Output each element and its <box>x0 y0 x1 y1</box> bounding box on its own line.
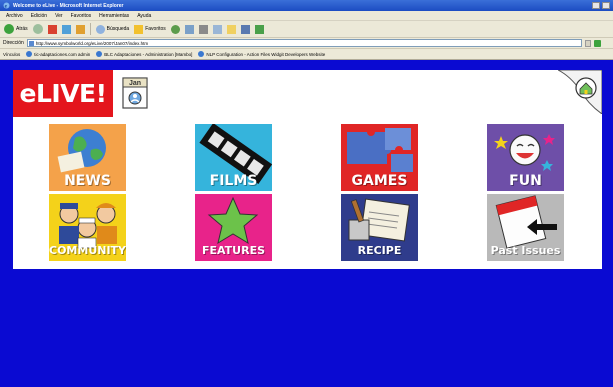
mail-icon[interactable] <box>184 24 194 34</box>
recipe-tile[interactable]: RECIPE <box>341 194 418 261</box>
back-label: Atrás <box>16 26 28 32</box>
links-label: Vínculos <box>3 51 21 57</box>
elive-menu-panel: eLIVE! Jan NEWS FILMS GAMES FUN COMMUNIT… <box>13 69 603 269</box>
go-arrow-icon[interactable] <box>593 39 601 47</box>
search-label: Búsqueda <box>106 26 130 32</box>
link-tic-adaptaciones[interactable]: tic-adaptaciones.com admin <box>26 51 90 57</box>
address-label: Dirección <box>3 40 24 46</box>
folder-icon[interactable] <box>226 24 236 34</box>
back-arrow-icon <box>4 24 14 34</box>
favorites-label: Favoritos <box>145 26 166 32</box>
link-nlp-configuration-label: NLP Configuration - Action Files Widgit … <box>206 51 326 57</box>
link-tic-adaptaciones-label: tic-adaptaciones.com admin <box>34 51 91 57</box>
fun-label: FUN <box>509 173 542 189</box>
address-field[interactable]: http://www.symbolworld.org/eLive/2007/Ja… <box>26 39 582 47</box>
window-title-bar: e Welcome to eLive - Microsoft Internet … <box>0 0 613 11</box>
past-issues-tile[interactable]: Past Issues <box>487 194 564 261</box>
link-page-icon <box>198 51 205 57</box>
print-icon[interactable] <box>198 24 208 34</box>
menu-edicion[interactable]: Edición <box>31 13 47 19</box>
menu-ayuda[interactable]: Ayuda <box>137 13 151 19</box>
link-page-icon <box>26 51 33 57</box>
browser-toolbar: Atrás Búsqueda Favoritos <box>0 21 613 38</box>
forward-arrow-icon <box>32 24 43 34</box>
edit-icon[interactable] <box>212 24 222 34</box>
back-button[interactable]: Atrás <box>4 23 28 36</box>
minimize-button[interactable] <box>592 2 600 9</box>
community-label: COMMUNITY <box>49 244 126 257</box>
address-dropdown-icon[interactable] <box>584 39 591 47</box>
films-tile[interactable]: FILMS <box>195 124 272 191</box>
past-issues-label: Past Issues <box>490 244 561 257</box>
page-icon <box>28 40 34 46</box>
search-icon <box>95 24 105 34</box>
fun-tile[interactable]: FUN <box>487 124 564 191</box>
maximize-button[interactable] <box>602 2 610 9</box>
games-tile[interactable]: GAMES <box>341 124 418 191</box>
menu-bar: Archivo Edición Ver Favoritos Herramient… <box>0 11 613 21</box>
refresh-icon[interactable] <box>61 24 71 34</box>
films-label: FILMS <box>209 173 258 189</box>
forward-button[interactable] <box>32 23 43 36</box>
toolbar-separator <box>89 23 91 35</box>
messenger-icon[interactable] <box>254 24 264 34</box>
issue-calendar-badge[interactable]: Jan <box>120 76 150 110</box>
menu-ver[interactable]: Ver <box>55 13 63 19</box>
menu-favoritos[interactable]: Favoritos <box>71 13 92 19</box>
window-title: Welcome to eLive - Microsoft Internet Ex… <box>13 2 124 9</box>
link-blc-adaptaciones-label: BLC Adaptaciones - Administration [Mambo… <box>104 51 193 57</box>
stop-icon[interactable] <box>47 24 57 34</box>
recipe-label: RECIPE <box>357 244 402 257</box>
home-icon <box>557 69 603 115</box>
link-page-icon <box>96 51 103 57</box>
home-icon[interactable] <box>75 24 85 34</box>
menu-archivo[interactable]: Archivo <box>6 13 23 19</box>
search-button[interactable]: Búsqueda <box>95 23 130 36</box>
news-label: NEWS <box>64 173 111 189</box>
issue-month: Jan <box>128 80 142 87</box>
features-label: FEATURES <box>201 244 266 257</box>
link-blc-adaptaciones[interactable]: BLC Adaptaciones - Administration [Mambo… <box>96 51 192 57</box>
favorites-button[interactable]: Favoritos <box>134 23 166 36</box>
home-button[interactable] <box>557 69 603 115</box>
discuss-icon[interactable] <box>240 24 250 34</box>
address-url: http://www.symbolworld.org/eLive/2007/Ja… <box>35 40 149 46</box>
star-icon <box>134 24 144 34</box>
links-bar: Vínculos tic-adaptaciones.com admin BLC … <box>0 49 613 60</box>
elive-logo[interactable]: eLIVE! <box>13 70 113 117</box>
page-background: eLIVE! Jan NEWS FILMS GAMES FUN COMMUNIT… <box>0 60 613 387</box>
community-tile[interactable]: COMMUNITY <box>49 194 126 261</box>
address-bar: Dirección http://www.symbolworld.org/eLi… <box>0 38 613 49</box>
internet-explorer-icon: e <box>3 2 10 9</box>
games-label: GAMES <box>351 173 408 189</box>
link-nlp-configuration[interactable]: NLP Configuration - Action Files Widgit … <box>198 51 325 57</box>
news-tile[interactable]: NEWS <box>49 124 126 191</box>
features-tile[interactable]: FEATURES <box>195 194 272 261</box>
menu-herramientas[interactable]: Herramientas <box>99 13 129 19</box>
history-icon[interactable] <box>170 24 180 34</box>
